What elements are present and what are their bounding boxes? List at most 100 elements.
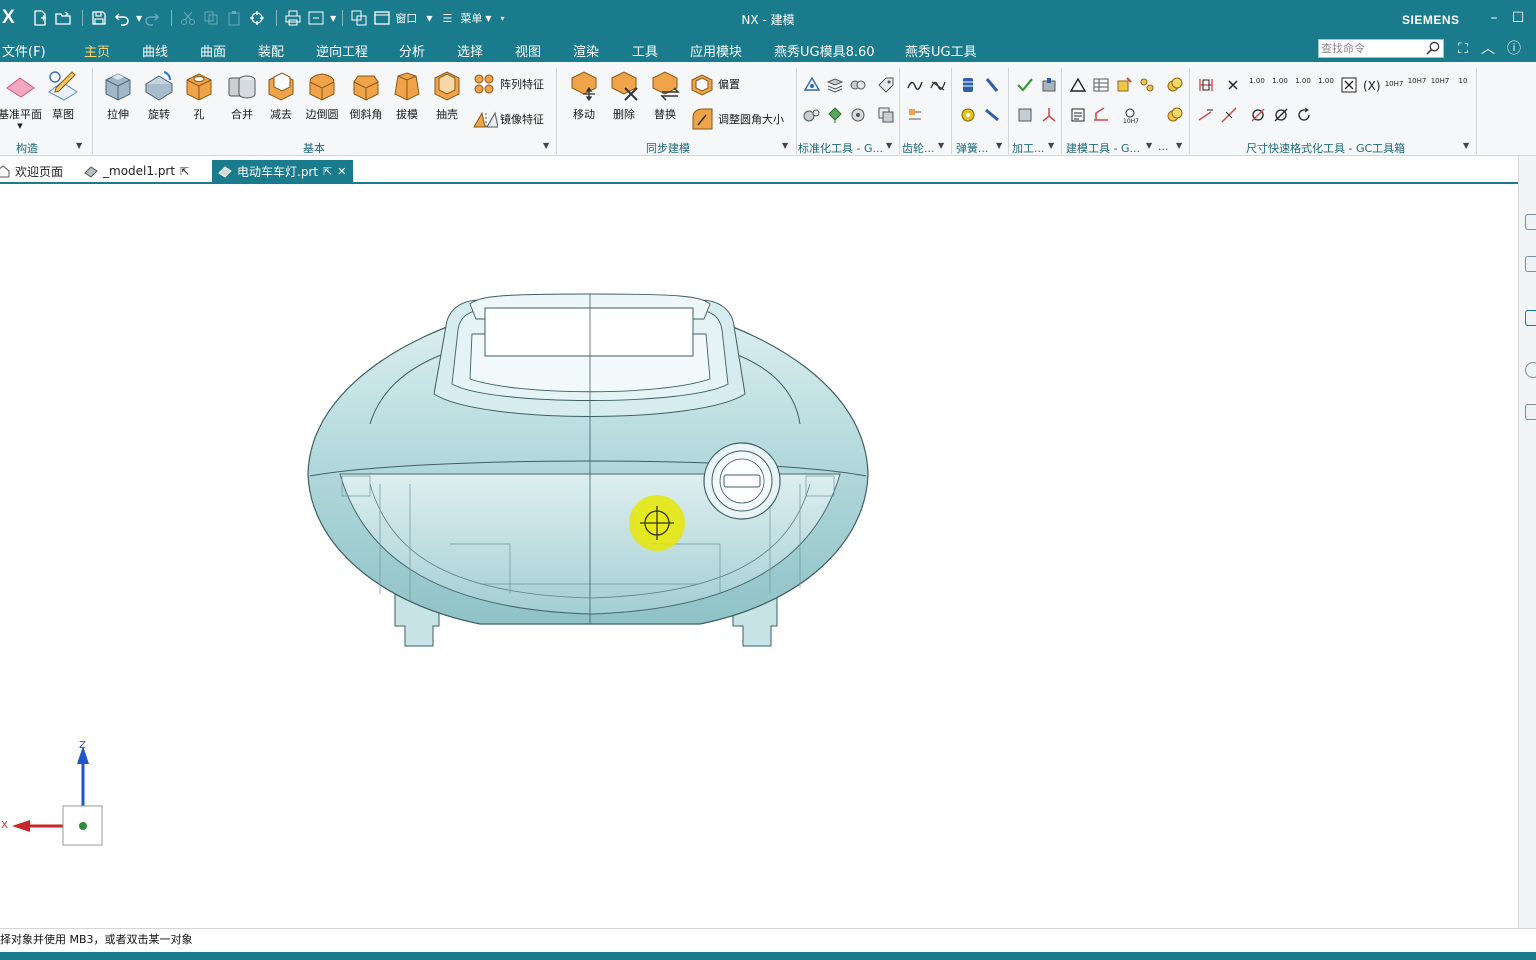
gear-mesh-icon[interactable] (929, 76, 947, 94)
move-face-button[interactable]: 移动 (562, 68, 606, 122)
tab-view[interactable]: 视图 (515, 41, 541, 60)
group-tool-icon[interactable] (1138, 76, 1156, 94)
delete-face-button[interactable]: 删除 (602, 68, 646, 122)
assembly-navigator-icon[interactable] (1525, 256, 1536, 272)
replace-face-button[interactable]: 替换 (643, 68, 687, 122)
tab-assembly[interactable]: 装配 (258, 41, 284, 60)
tab-yanxiu-mold[interactable]: 燕秀UG模具8.60 (774, 41, 875, 60)
gear-display-icon[interactable] (906, 106, 924, 124)
dimension-slope-icon[interactable] (1220, 106, 1238, 124)
dim-format-1[interactable]: 1.00 (1247, 78, 1267, 85)
tolerance-format-2[interactable]: 10H7 (1407, 78, 1427, 85)
group-machining-dropdown-icon[interactable]: ▼ (1048, 141, 1054, 150)
doc-tab-welcome[interactable]: 欢迎页面 (0, 160, 63, 182)
bolt-assembly-icon[interactable] (849, 76, 867, 94)
rotate-text-icon[interactable] (1295, 106, 1313, 124)
chamfer-button[interactable]: 倒斜角 (344, 68, 388, 122)
spring-disc-icon[interactable] (959, 106, 977, 124)
command-search-input[interactable]: 查找命令 (1318, 39, 1444, 58)
collapse-ribbon-icon[interactable]: ︿ (1479, 40, 1497, 58)
spring-compress-icon[interactable] (983, 76, 1001, 94)
group-dim-format-dropdown-icon[interactable]: ▼ (1463, 141, 1469, 150)
tolerance-format-3[interactable]: 10H7 (1430, 78, 1450, 85)
pattern-feature-button[interactable]: 阵列特征 (472, 72, 544, 96)
gear-parts-icon[interactable] (803, 106, 821, 124)
datum-plane-button[interactable]: 基准平面 ▼ (0, 68, 44, 130)
group-sync-dropdown-icon[interactable]: ▼ (782, 141, 788, 150)
tab-selection[interactable]: 选择 (457, 41, 483, 60)
web-browser-icon[interactable] (1525, 310, 1536, 326)
help-icon[interactable]: ⓘ (1505, 40, 1523, 58)
tab-yanxiu-tools[interactable]: 燕秀UG工具 (905, 41, 977, 60)
highlight-tool-icon[interactable] (1115, 76, 1133, 94)
draft-button[interactable]: 拔模 (385, 68, 429, 122)
history-icon[interactable] (1525, 362, 1536, 378)
boxed-x-icon[interactable] (1340, 76, 1358, 94)
offset-region-button[interactable]: 偏置 (690, 72, 740, 96)
subtract-button[interactable]: 减去 (259, 68, 303, 122)
full-screen-icon[interactable]: ⛶ (1454, 40, 1472, 58)
layers-icon[interactable] (826, 76, 844, 94)
spring-part-icon[interactable] (849, 106, 867, 124)
doc-tab-model1[interactable]: _model1.prt ⇱ (84, 160, 189, 182)
search-icon[interactable] (1426, 41, 1441, 56)
fit-tool-icon[interactable]: 10H7 (1121, 106, 1139, 125)
dim-format-2[interactable]: 1.00 (1270, 78, 1290, 85)
dimension-align-icon[interactable] (1197, 76, 1215, 94)
edge-blend-button[interactable]: 边倒圆 (300, 68, 344, 122)
triangle-icon[interactable] (1069, 76, 1087, 94)
diameter-alt-icon[interactable] (1272, 106, 1290, 124)
tab-curve[interactable]: 曲线 (142, 41, 168, 60)
part-navigator-icon[interactable] (1525, 214, 1536, 230)
resize-blend-button[interactable]: 调整圆角大小 (690, 107, 784, 131)
doc-tab-headlight[interactable]: 电动车车灯.prt ⇱ ✕ (212, 160, 353, 182)
hole-button[interactable]: 孔 (177, 68, 221, 122)
extrude-button[interactable]: 拉伸 (96, 68, 140, 122)
machining-csys-icon[interactable] (1040, 106, 1058, 124)
gear-modeling-icon[interactable] (906, 76, 924, 94)
table-tool-icon[interactable] (1092, 76, 1110, 94)
spring-delete-icon[interactable] (983, 106, 1001, 124)
group-more-dropdown-icon[interactable]: ▼ (1176, 141, 1182, 150)
measure-tool-icon[interactable] (1092, 106, 1110, 124)
tolerance-format-4[interactable]: 10 (1453, 78, 1473, 85)
tolerance-format-1[interactable]: 10H7 (1384, 81, 1404, 88)
tab-application[interactable]: 应用模块 (690, 41, 742, 60)
shell-button[interactable]: 抽壳 (425, 68, 469, 122)
datum-dropdown-icon[interactable]: ▼ (0, 122, 44, 130)
note-tool-icon[interactable] (1069, 106, 1087, 124)
close-tab-icon[interactable]: ✕ (337, 165, 346, 178)
dim-format-4[interactable]: 1.00 (1316, 78, 1336, 85)
tab-reverse-engineering[interactable]: 逆向工程 (316, 41, 368, 60)
tab-home[interactable]: 主页 (79, 41, 115, 66)
tab-tools[interactable]: 工具 (632, 41, 658, 60)
group-construct-dropdown-icon[interactable]: ▼ (76, 141, 82, 150)
minimize-icon[interactable]: – (1485, 9, 1503, 27)
coins-stack-icon[interactable] (1166, 106, 1184, 124)
mirror-feature-button[interactable]: 镜像特征 (472, 107, 544, 131)
diameter-icon[interactable] (1249, 106, 1267, 124)
tab-file[interactable]: 文件(F) (2, 41, 46, 60)
unite-button[interactable]: 合并 (220, 68, 264, 122)
group-basic-dropdown-icon[interactable]: ▼ (543, 141, 549, 150)
tab-surface[interactable]: 曲面 (200, 41, 226, 60)
tree-tool-icon[interactable] (826, 106, 844, 124)
spring-cylinder-icon[interactable] (959, 76, 977, 94)
dim-format-3[interactable]: 1.00 (1293, 78, 1313, 85)
coins-icon[interactable] (1166, 76, 1184, 94)
group-modeling-tools-dropdown-icon[interactable]: ▼ (1146, 141, 1152, 150)
copy-part-icon[interactable] (877, 106, 895, 124)
dimension-arrow-icon[interactable] (1197, 106, 1215, 124)
sketch-button[interactable]: 草图 (41, 68, 85, 122)
view-triad[interactable]: Z X (0, 740, 110, 850)
group-gear-dropdown-icon[interactable]: ▼ (938, 141, 944, 150)
group-standard-tools-dropdown-icon[interactable]: ▼ (886, 141, 892, 150)
standard-part-icon[interactable] (803, 76, 821, 94)
revolve-button[interactable]: 旋转 (137, 68, 181, 122)
machining-part-icon[interactable] (1040, 76, 1058, 94)
clear-dimension-icon[interactable] (1224, 76, 1242, 94)
tag-icon[interactable] (877, 76, 895, 94)
group-spring-dropdown-icon[interactable]: ▼ (996, 141, 1002, 150)
maximize-icon[interactable]: ☐ (1509, 9, 1527, 27)
paren-x-icon[interactable]: (X) (1362, 76, 1381, 94)
